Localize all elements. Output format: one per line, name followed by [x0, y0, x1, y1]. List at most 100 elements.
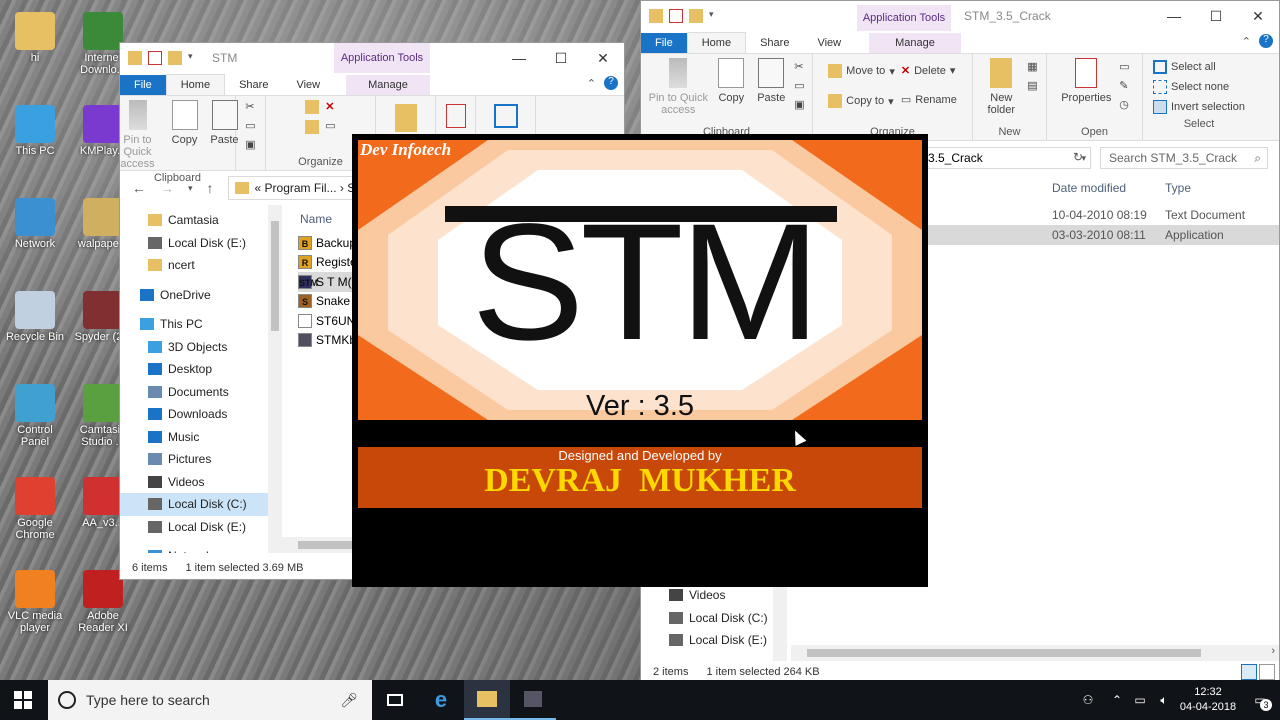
copy-to-button[interactable]: Copy to ▾	[828, 94, 895, 108]
minimize-button[interactable]: —	[498, 43, 540, 73]
properties-icon[interactable]	[148, 51, 162, 65]
close-button[interactable]: ✕	[582, 43, 624, 73]
paste-shortcut-icon[interactable]: ▣	[794, 98, 804, 111]
column-type[interactable]: Type	[1165, 181, 1191, 195]
copy-path-icon[interactable]: ▭	[245, 119, 255, 132]
volume-icon[interactable]: 🔈︎	[1152, 693, 1176, 708]
pin-to-quick-access-button[interactable]: Pin to Quick access	[120, 100, 162, 170]
rename-icon[interactable]: ▭	[325, 119, 335, 132]
properties-icon[interactable]	[445, 104, 466, 128]
nav-item[interactable]: Network	[120, 545, 268, 553]
search-box[interactable]: Search STM_3.5_Crack ⌕	[1100, 147, 1268, 169]
network-icon[interactable]: ▭	[1128, 693, 1152, 707]
address-bar[interactable]: 3.5_Crack ▾	[921, 147, 1091, 169]
dropdown-icon[interactable]: ▾	[188, 51, 202, 65]
history-icon[interactable]: ◷	[1119, 98, 1129, 111]
chevron-up-icon[interactable]: ⌃	[587, 77, 596, 90]
pin-to-quick-access-button[interactable]: Pin to Quick access	[648, 58, 708, 124]
maximize-button[interactable]: ☐	[540, 43, 582, 73]
desktop-icon[interactable]: Google Chrome	[3, 477, 67, 541]
tab-view[interactable]: View	[282, 75, 334, 95]
nav-item[interactable]: OneDrive	[120, 284, 268, 307]
tab-share[interactable]: Share	[225, 75, 282, 95]
properties-icon[interactable]	[669, 9, 683, 23]
desktop-icon[interactable]: This PC	[3, 105, 67, 157]
large-icons-view-icon[interactable]	[1259, 664, 1275, 680]
nav-item[interactable]: 3D Objects	[120, 336, 268, 359]
help-icon[interactable]: ?	[604, 76, 618, 90]
column-date-modified[interactable]: Date modified	[1052, 181, 1126, 195]
nav-item[interactable]: Videos	[120, 471, 268, 494]
dropdown-icon[interactable]: ▾	[188, 183, 193, 194]
minimize-button[interactable]: —	[1153, 1, 1195, 31]
desktop-icon[interactable]: Control Panel	[3, 384, 67, 448]
desktop-icon[interactable]: Network	[3, 198, 67, 250]
nav-item[interactable]: Videos	[641, 584, 781, 607]
nav-item[interactable]: Local Disk (C:)	[120, 493, 268, 516]
nav-item[interactable]: Pictures	[120, 448, 268, 471]
select-all-icon[interactable]	[493, 104, 518, 128]
refresh-icon[interactable]: ↻	[1073, 150, 1083, 164]
select-none-button[interactable]: Select none	[1153, 80, 1245, 94]
edit-icon[interactable]: ✎	[1119, 79, 1129, 92]
properties-button[interactable]: Properties	[1059, 58, 1113, 124]
nav-item[interactable]: Camtasia	[120, 209, 268, 232]
tab-home[interactable]: Home	[165, 74, 226, 95]
select-all-button[interactable]: Select all	[1153, 60, 1245, 74]
new-folder-button[interactable]: New folder	[981, 58, 1021, 124]
nav-scrollbar[interactable]	[268, 205, 282, 553]
easy-access-icon[interactable]: ▤	[1027, 79, 1037, 92]
tab-view[interactable]: View	[803, 33, 855, 53]
details-view-icon[interactable]	[1241, 664, 1257, 680]
nav-item[interactable]: Desktop	[120, 358, 268, 381]
nav-scrollbar[interactable]	[773, 584, 787, 662]
desktop-icon[interactable]: Recycle Bin	[3, 291, 67, 343]
new-folder-icon[interactable]	[394, 104, 417, 132]
chevron-right-icon[interactable]: ›	[1271, 645, 1275, 657]
close-button[interactable]: ✕	[1237, 1, 1279, 31]
tab-manage[interactable]: Manage	[346, 75, 430, 95]
cut-icon[interactable]: ✂	[245, 100, 255, 113]
clock[interactable]: 12:32 04-04-2018	[1176, 685, 1240, 715]
navigation-pane[interactable]: Camtasia Local Disk (E:) ncert OneDrive This…	[120, 205, 268, 553]
copy-to-icon[interactable]	[305, 120, 320, 134]
maximize-button[interactable]: ☐	[1195, 1, 1237, 31]
paste-shortcut-icon[interactable]: ▣	[245, 138, 255, 151]
open-icon[interactable]: ▭	[1119, 60, 1129, 73]
new-item-icon[interactable]: ▦	[1027, 60, 1037, 73]
tab-home[interactable]: Home	[686, 32, 747, 53]
nav-item[interactable]: ncert	[120, 254, 268, 277]
nav-item[interactable]: Local Disk (E:)	[641, 629, 781, 652]
cut-icon[interactable]: ✂	[794, 60, 804, 73]
tab-file[interactable]: File	[641, 33, 687, 53]
chevron-up-icon[interactable]: ⌃	[1106, 693, 1128, 707]
navigation-pane[interactable]: Videos Local Disk (C:) Local Disk (E:)	[641, 584, 781, 652]
nav-item[interactable]: Local Disk (C:)	[641, 607, 781, 630]
delete-button[interactable]: ✕ Delete ▾	[901, 64, 957, 78]
move-to-button[interactable]: Move to ▾	[828, 64, 895, 78]
desktop-icon[interactable]: hi	[3, 12, 67, 64]
tab-file[interactable]: File	[120, 75, 166, 95]
tab-manage[interactable]: Manage	[869, 33, 961, 53]
up-arrow-icon[interactable]: ↑	[207, 180, 214, 196]
nav-item[interactable]: Local Disk (E:)	[120, 516, 268, 539]
edge-button[interactable]: e	[418, 680, 464, 720]
chevron-up-icon[interactable]: ⌃	[1242, 35, 1251, 48]
copy-button[interactable]: Copy	[168, 100, 202, 170]
move-to-icon[interactable]	[305, 100, 320, 114]
help-icon[interactable]: ?	[1259, 34, 1273, 48]
desktop-icon[interactable]: VLC media player	[3, 570, 67, 634]
action-center-button[interactable]: ▭ 3	[1240, 693, 1280, 711]
nav-item[interactable]: Documents	[120, 381, 268, 404]
nav-item[interactable]: This PC	[120, 313, 268, 336]
dropdown-icon[interactable]: ▾	[709, 9, 723, 23]
paste-button[interactable]: Paste	[754, 58, 788, 124]
invert-selection-button[interactable]: Invert selection	[1153, 100, 1245, 114]
task-view-button[interactable]	[372, 680, 418, 720]
back-arrow-icon[interactable]: ←	[132, 180, 146, 196]
file-explorer-button[interactable]	[464, 680, 510, 720]
rename-button[interactable]: ▭ Rename	[901, 93, 957, 107]
tab-share[interactable]: Share	[746, 33, 803, 53]
copy-path-icon[interactable]: ▭	[794, 79, 804, 92]
nav-item[interactable]: Music	[120, 426, 268, 449]
